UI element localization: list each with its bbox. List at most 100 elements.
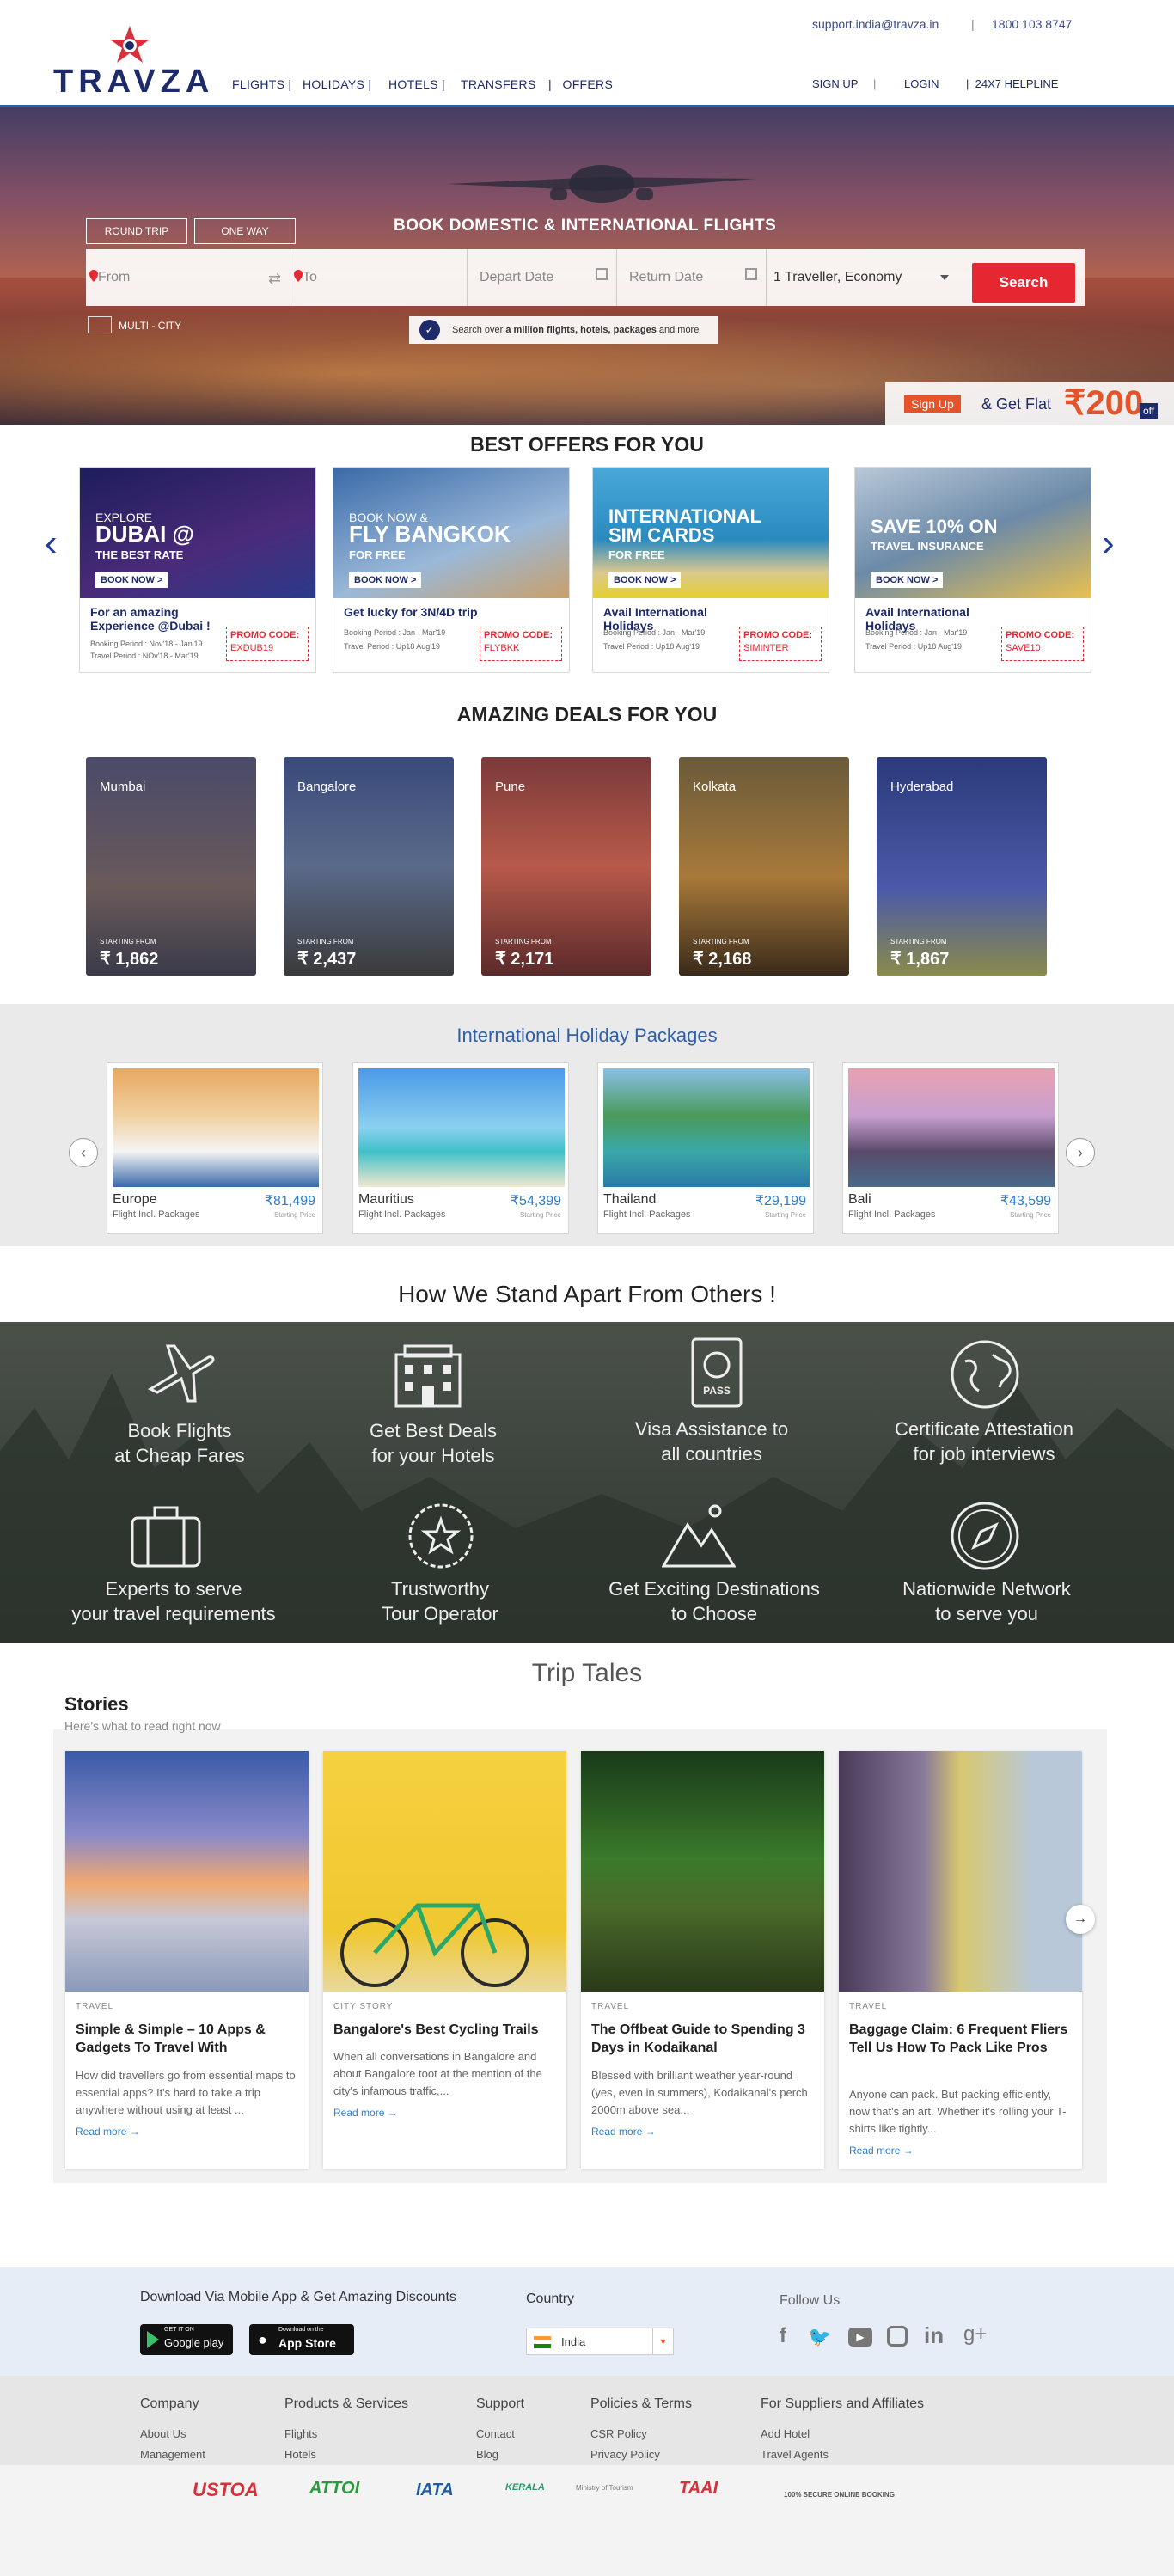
stand-apart-section: PASS Book Flights at Cheap Fares Get Best… (0, 1322, 1174, 1643)
signup-offer-strip[interactable]: Sign Up & Get Flat ₹200 off (885, 382, 1174, 425)
country-label: Country (526, 2291, 575, 2306)
stories-next-arrow[interactable]: → (1066, 1905, 1095, 1934)
nav-flights[interactable]: FLIGHTS | (232, 77, 291, 91)
offer-card[interactable]: SAVE 10% ON TRAVEL INSURANCE BOOK NOW > … (854, 467, 1091, 673)
feature-visa: Visa Assistance to all countries (634, 1418, 789, 1465)
chevron-down-icon: ▾ (652, 2328, 673, 2354)
deal-card-hyderabad[interactable]: Hyderabad STARTING FROM ₹ 1,867 (877, 757, 1047, 976)
to-field[interactable]: To (290, 249, 468, 306)
tab-round-trip[interactable]: ROUND TRIP (86, 218, 187, 244)
deal-card-kolkata[interactable]: Kolkata STARTING FROM ₹ 2,168 (679, 757, 849, 976)
calendar-icon (745, 268, 757, 280)
story-card[interactable]: TRAVEL The Offbeat Guide to Spending 3 D… (581, 1751, 824, 2169)
footer-link[interactable]: Blog (476, 2448, 498, 2461)
from-field[interactable]: From (86, 249, 290, 306)
return-date-field[interactable]: Return Date (617, 249, 767, 306)
read-more-link[interactable]: Read more → (849, 2145, 914, 2157)
taai-logo: TAAI (679, 2479, 718, 2498)
signup-amount: ₹200 (1064, 384, 1144, 422)
package-card-mauritius[interactable]: Mauritius Flight Incl. Packages ₹54,399 St… (352, 1062, 569, 1234)
deal-card-pune[interactable]: Pune STARTING FROM ₹ 2,171 (481, 757, 651, 976)
deal-card-bangalore[interactable]: Bangalore STARTING FROM ₹ 2,437 (284, 757, 454, 976)
footer-link[interactable]: Hotels (284, 2448, 316, 2461)
linkedin-icon[interactable]: in (924, 2322, 944, 2349)
amazing-deals-title: AMAZING DEALS FOR YOU (456, 703, 718, 725)
feature-book-flights: Book Flights at Cheap Fares (114, 1420, 245, 1466)
google-plus-icon[interactable]: g+ (963, 2322, 987, 2347)
multi-city-checkbox[interactable] (88, 316, 112, 333)
chevron-down-icon (940, 275, 949, 280)
story-card[interactable]: TRAVEL Baggage Claim: 6 Frequent Fliers … (839, 1751, 1082, 2169)
nav-holidays[interactable]: HOLIDAYS | (303, 77, 371, 91)
signup-badge[interactable]: Sign Up (904, 395, 961, 413)
hotel-icon (394, 1344, 462, 1408)
footer-link[interactable]: Travel Agents (761, 2448, 829, 2461)
footer-link[interactable]: CSR Policy (590, 2427, 647, 2440)
intl-packages-title: International Holiday Packages (456, 1025, 718, 1046)
twitter-icon[interactable]: 🐦 (808, 2326, 831, 2348)
app-download-bar: Download Via Mobile App & Get Amazing Di… (0, 2267, 1174, 2376)
book-now-button[interactable]: BOOK NOW > (608, 572, 682, 588)
book-now-button[interactable]: BOOK NOW > (95, 572, 168, 588)
multi-city-label: MULTI - CITY (119, 320, 182, 332)
book-now-button[interactable]: BOOK NOW > (349, 572, 422, 588)
app-store-button[interactable]: ● Download on the App Store (249, 2324, 354, 2355)
search-button[interactable]: Search (972, 263, 1075, 303)
check-icon: ✓ (419, 320, 440, 340)
site-header: TRAVZA support.india@travza.in | 1800 10… (0, 0, 1174, 107)
support-phone[interactable]: 1800 103 8747 (992, 17, 1072, 31)
stories-heading: Stories (64, 1693, 129, 1715)
deal-card-mumbai[interactable]: Mumbai STARTING FROM ₹ 1,862 (86, 757, 256, 976)
kerala-logo: KERALA (505, 2482, 545, 2493)
story-card[interactable]: TRAVEL Simple & Simple – 10 Apps & Gadge… (65, 1751, 309, 2169)
feature-destinations: Get Exciting Destinations to Choose (608, 1578, 820, 1625)
facebook-icon[interactable]: f (780, 2324, 786, 2348)
offer-card[interactable]: BOOK NOW & FLY BANGKOK FOR FREE BOOK NOW… (333, 467, 570, 673)
footer-link[interactable]: Flights (284, 2427, 317, 2440)
footer-link[interactable]: Privacy Policy (590, 2448, 660, 2461)
footer-link[interactable]: Management (140, 2448, 205, 2461)
swap-icon[interactable]: ⇄ (268, 270, 281, 288)
support-email[interactable]: support.india@travza.in (812, 17, 939, 31)
offer-card[interactable]: EXPLORE DUBAI @ THE BEST RATE BOOK NOW >… (79, 467, 316, 673)
nav-transfers[interactable]: TRANSFERS (461, 77, 536, 91)
instagram-icon[interactable] (887, 2326, 908, 2347)
passport-icon: PASS (691, 1337, 743, 1408)
hero-title: BOOK DOMESTIC & INTERNATIONAL FLIGHTS (394, 217, 777, 235)
footer-link[interactable]: Contact (476, 2427, 515, 2440)
calendar-icon (596, 268, 608, 280)
nav-hotels[interactable]: HOTELS | (388, 77, 445, 91)
feature-best-deals: Get Best Deals for your Hotels (370, 1420, 497, 1466)
offers-prev-arrow[interactable]: ‹ (45, 524, 58, 562)
read-more-link[interactable]: Read more → (76, 2126, 140, 2138)
package-card-thailand[interactable]: Thailand Flight Incl. Packages ₹29,199 Sta… (597, 1062, 814, 1234)
airplane-image (447, 165, 756, 203)
package-card-bali[interactable]: Bali Flight Incl. Packages ₹43,599 Startin… (842, 1062, 1059, 1234)
offers-next-arrow[interactable]: › (1102, 524, 1115, 562)
packages-prev-arrow[interactable]: ‹ (69, 1138, 98, 1167)
country-select[interactable]: India ▾ (526, 2328, 674, 2355)
offer-card[interactable]: INTERNATIONAL SIM CARDS FOR FREE BOOK NO… (592, 467, 829, 673)
footer-links: Company About Us Management Products & S… (0, 2376, 1174, 2465)
read-more-link[interactable]: Read more → (591, 2126, 656, 2138)
book-now-button[interactable]: BOOK NOW > (871, 572, 944, 588)
helpline-link[interactable]: | 24X7 HELPLINE (966, 77, 1058, 90)
read-more-link[interactable]: Read more → (333, 2107, 398, 2119)
travza-logo[interactable]: TRAVZA (53, 26, 209, 100)
separator: | (971, 17, 975, 31)
nav-offers[interactable]: | OFFERS (548, 77, 613, 91)
google-play-button[interactable]: GET IT ON Google play (140, 2324, 233, 2355)
package-card-europe[interactable]: Europe Flight Incl. Packages ₹81,499 Start… (107, 1062, 323, 1234)
youtube-icon[interactable]: ▶ (848, 2328, 872, 2347)
packages-next-arrow[interactable]: › (1066, 1138, 1095, 1167)
footer-link[interactable]: Add Hotel (761, 2427, 810, 2440)
story-card[interactable]: CITY STORY Bangalore's Best Cycling Trai… (323, 1751, 566, 2169)
signup-link[interactable]: SIGN UP (812, 77, 858, 90)
footer-link[interactable]: About Us (140, 2427, 186, 2440)
depart-date-field[interactable]: Depart Date (468, 249, 617, 306)
promo-code: PROMO CODE: FLYBKK (480, 627, 562, 661)
hero-banner: ROUND TRIP ONE WAY BOOK DOMESTIC & INTER… (0, 107, 1174, 425)
trip-tales-title: Trip Tales (531, 1659, 643, 1687)
tab-one-way[interactable]: ONE WAY (194, 218, 296, 244)
login-link[interactable]: LOGIN (904, 77, 939, 90)
